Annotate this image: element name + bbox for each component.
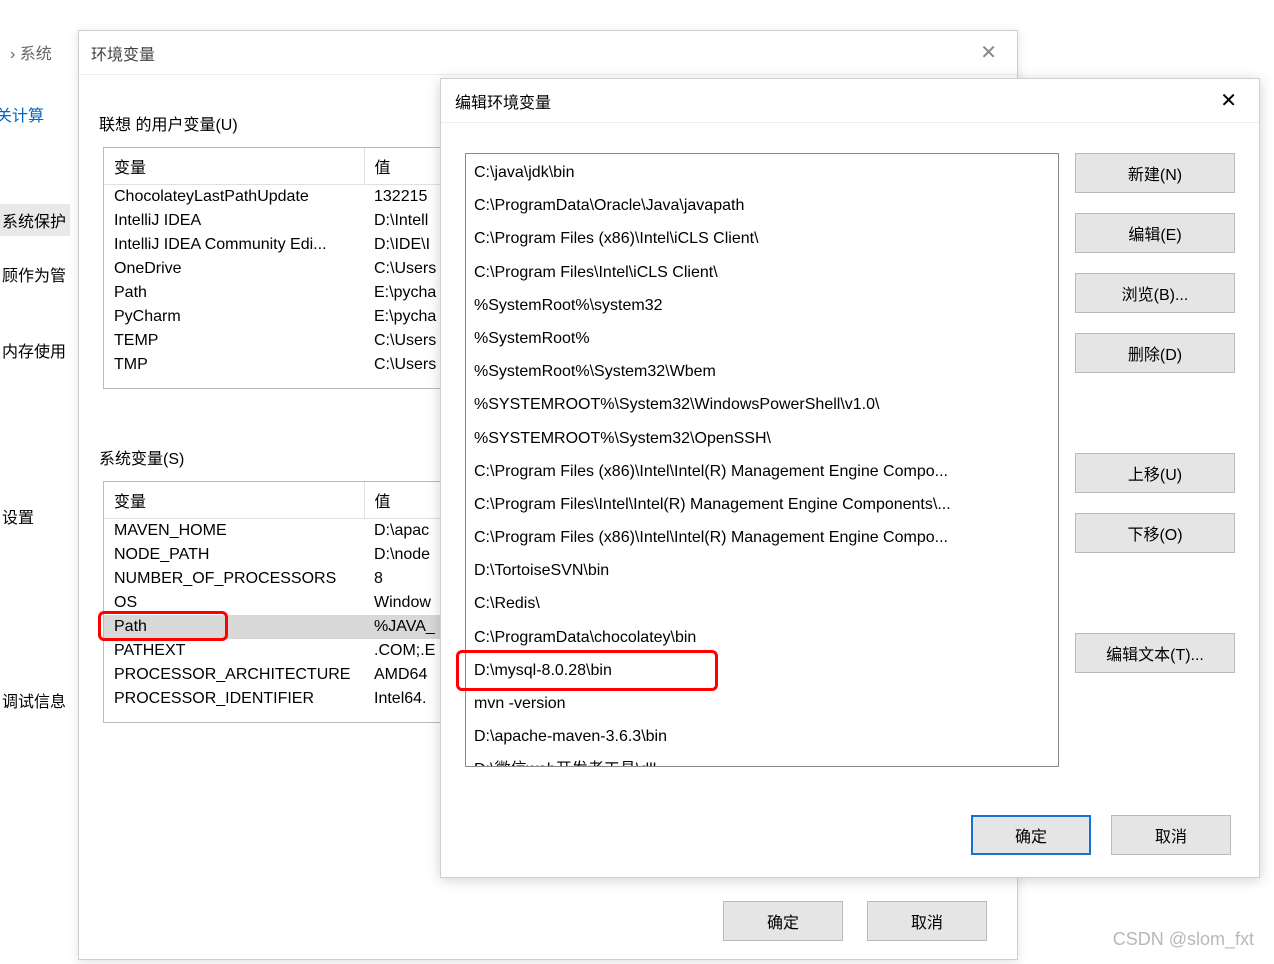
- tab-admin[interactable]: 顾作为管: [0, 258, 70, 290]
- var-name-cell: OS: [104, 591, 364, 615]
- var-name-cell: PROCESSOR_IDENTIFIER: [104, 687, 364, 711]
- path-item[interactable]: %SYSTEMROOT%\System32\OpenSSH\: [466, 422, 1058, 455]
- env-ok-button[interactable]: 确定: [723, 901, 843, 941]
- var-name-cell: NUMBER_OF_PROCESSORS: [104, 567, 364, 591]
- edit-button[interactable]: 编辑(E): [1075, 213, 1235, 253]
- breadcrumb: › 系统: [10, 40, 52, 64]
- edit-dialog-titlebar: 编辑环境变量 ✕: [441, 79, 1259, 123]
- path-item[interactable]: C:\ProgramData\chocolatey\bin: [466, 621, 1058, 654]
- tab-memory[interactable]: 内存使用: [0, 334, 70, 366]
- path-item[interactable]: D:\TortoiseSVN\bin: [466, 554, 1058, 587]
- edit-content-area: C:\java\jdk\binC:\ProgramData\Oracle\Jav…: [465, 153, 1059, 767]
- var-name-cell: Path: [104, 281, 364, 305]
- path-item[interactable]: C:\Program Files (x86)\Intel\Intel(R) Ma…: [466, 455, 1058, 488]
- var-name-cell: ChocolateyLastPathUpdate: [104, 185, 364, 210]
- browse-button[interactable]: 浏览(B)...: [1075, 273, 1235, 313]
- edit-ok-button[interactable]: 确定: [971, 815, 1091, 855]
- path-item[interactable]: %SYSTEMROOT%\System32\WindowsPowerShell\…: [466, 388, 1058, 421]
- env-cancel-button[interactable]: 取消: [867, 901, 987, 941]
- tab-settings[interactable]: 设置: [0, 500, 70, 532]
- user-col-variable[interactable]: 变量: [104, 148, 364, 185]
- close-icon[interactable]: ✕: [972, 36, 1005, 69]
- path-item[interactable]: %SystemRoot%\System32\Wbem: [466, 355, 1058, 388]
- path-listbox[interactable]: C:\java\jdk\binC:\ProgramData\Oracle\Jav…: [465, 153, 1059, 767]
- path-item[interactable]: C:\Program Files\Intel\Intel(R) Manageme…: [466, 488, 1058, 521]
- edit-dialog-button-row: 确定 取消: [971, 815, 1231, 855]
- var-name-cell: TEMP: [104, 329, 364, 353]
- path-item[interactable]: mvn -version: [466, 687, 1058, 720]
- system-properties-backdrop: › 系统 关计算 系统保护 顾作为管 内存使用 设置 调试信息: [0, 0, 80, 964]
- about-link[interactable]: 关计算: [0, 102, 44, 126]
- sys-col-variable[interactable]: 变量: [104, 482, 364, 519]
- move-up-button[interactable]: 上移(U): [1075, 453, 1235, 493]
- close-icon[interactable]: ✕: [1212, 84, 1245, 117]
- move-down-button[interactable]: 下移(O): [1075, 513, 1235, 553]
- env-dialog-title: 环境变量: [91, 41, 155, 65]
- var-name-cell: IntelliJ IDEA: [104, 209, 364, 233]
- edit-dialog-title: 编辑环境变量: [455, 89, 551, 113]
- path-item[interactable]: %SystemRoot%: [466, 322, 1058, 355]
- path-item[interactable]: %SystemRoot%\system32: [466, 289, 1058, 322]
- env-dialog-button-row: 确定 取消: [723, 901, 987, 941]
- env-dialog-titlebar: 环境变量 ✕: [79, 31, 1017, 75]
- path-item[interactable]: C:\Program Files (x86)\Intel\iCLS Client…: [466, 222, 1058, 255]
- var-name-cell: OneDrive: [104, 257, 364, 281]
- path-item[interactable]: D:\mysql-8.0.28\bin: [466, 654, 1058, 687]
- path-item[interactable]: C:\ProgramData\Oracle\Java\javapath: [466, 189, 1058, 222]
- var-name-cell: PyCharm: [104, 305, 364, 329]
- tab-debug[interactable]: 调试信息: [0, 684, 70, 716]
- var-name-cell: PROCESSOR_ARCHITECTURE: [104, 663, 364, 687]
- var-name-cell: TMP: [104, 353, 364, 377]
- watermark: CSDN @slom_fxt: [1113, 929, 1254, 950]
- edit-text-button[interactable]: 编辑文本(T)...: [1075, 633, 1235, 673]
- edit-side-buttons: 新建(N) 编辑(E) 浏览(B)... 删除(D) 上移(U) 下移(O) 编…: [1075, 153, 1235, 673]
- path-item[interactable]: C:\java\jdk\bin: [466, 156, 1058, 189]
- delete-button[interactable]: 删除(D): [1075, 333, 1235, 373]
- path-item[interactable]: C:\Program Files\Intel\iCLS Client\: [466, 256, 1058, 289]
- new-button[interactable]: 新建(N): [1075, 153, 1235, 193]
- var-name-cell: IntelliJ IDEA Community Edi...: [104, 233, 364, 257]
- path-item[interactable]: C:\Program Files (x86)\Intel\Intel(R) Ma…: [466, 521, 1058, 554]
- var-name-cell: MAVEN_HOME: [104, 519, 364, 544]
- edit-env-var-dialog: 编辑环境变量 ✕ C:\java\jdk\binC:\ProgramData\O…: [440, 78, 1260, 878]
- path-item[interactable]: D:\微信web开发者工具\dll: [466, 753, 1058, 767]
- edit-cancel-button[interactable]: 取消: [1111, 815, 1231, 855]
- var-name-cell: PATHEXT: [104, 639, 364, 663]
- var-name-cell: Path: [104, 615, 364, 639]
- path-item[interactable]: C:\Redis\: [466, 587, 1058, 620]
- tab-system-protect[interactable]: 系统保护: [0, 204, 70, 236]
- var-name-cell: NODE_PATH: [104, 543, 364, 567]
- path-item[interactable]: D:\apache-maven-3.6.3\bin: [466, 720, 1058, 753]
